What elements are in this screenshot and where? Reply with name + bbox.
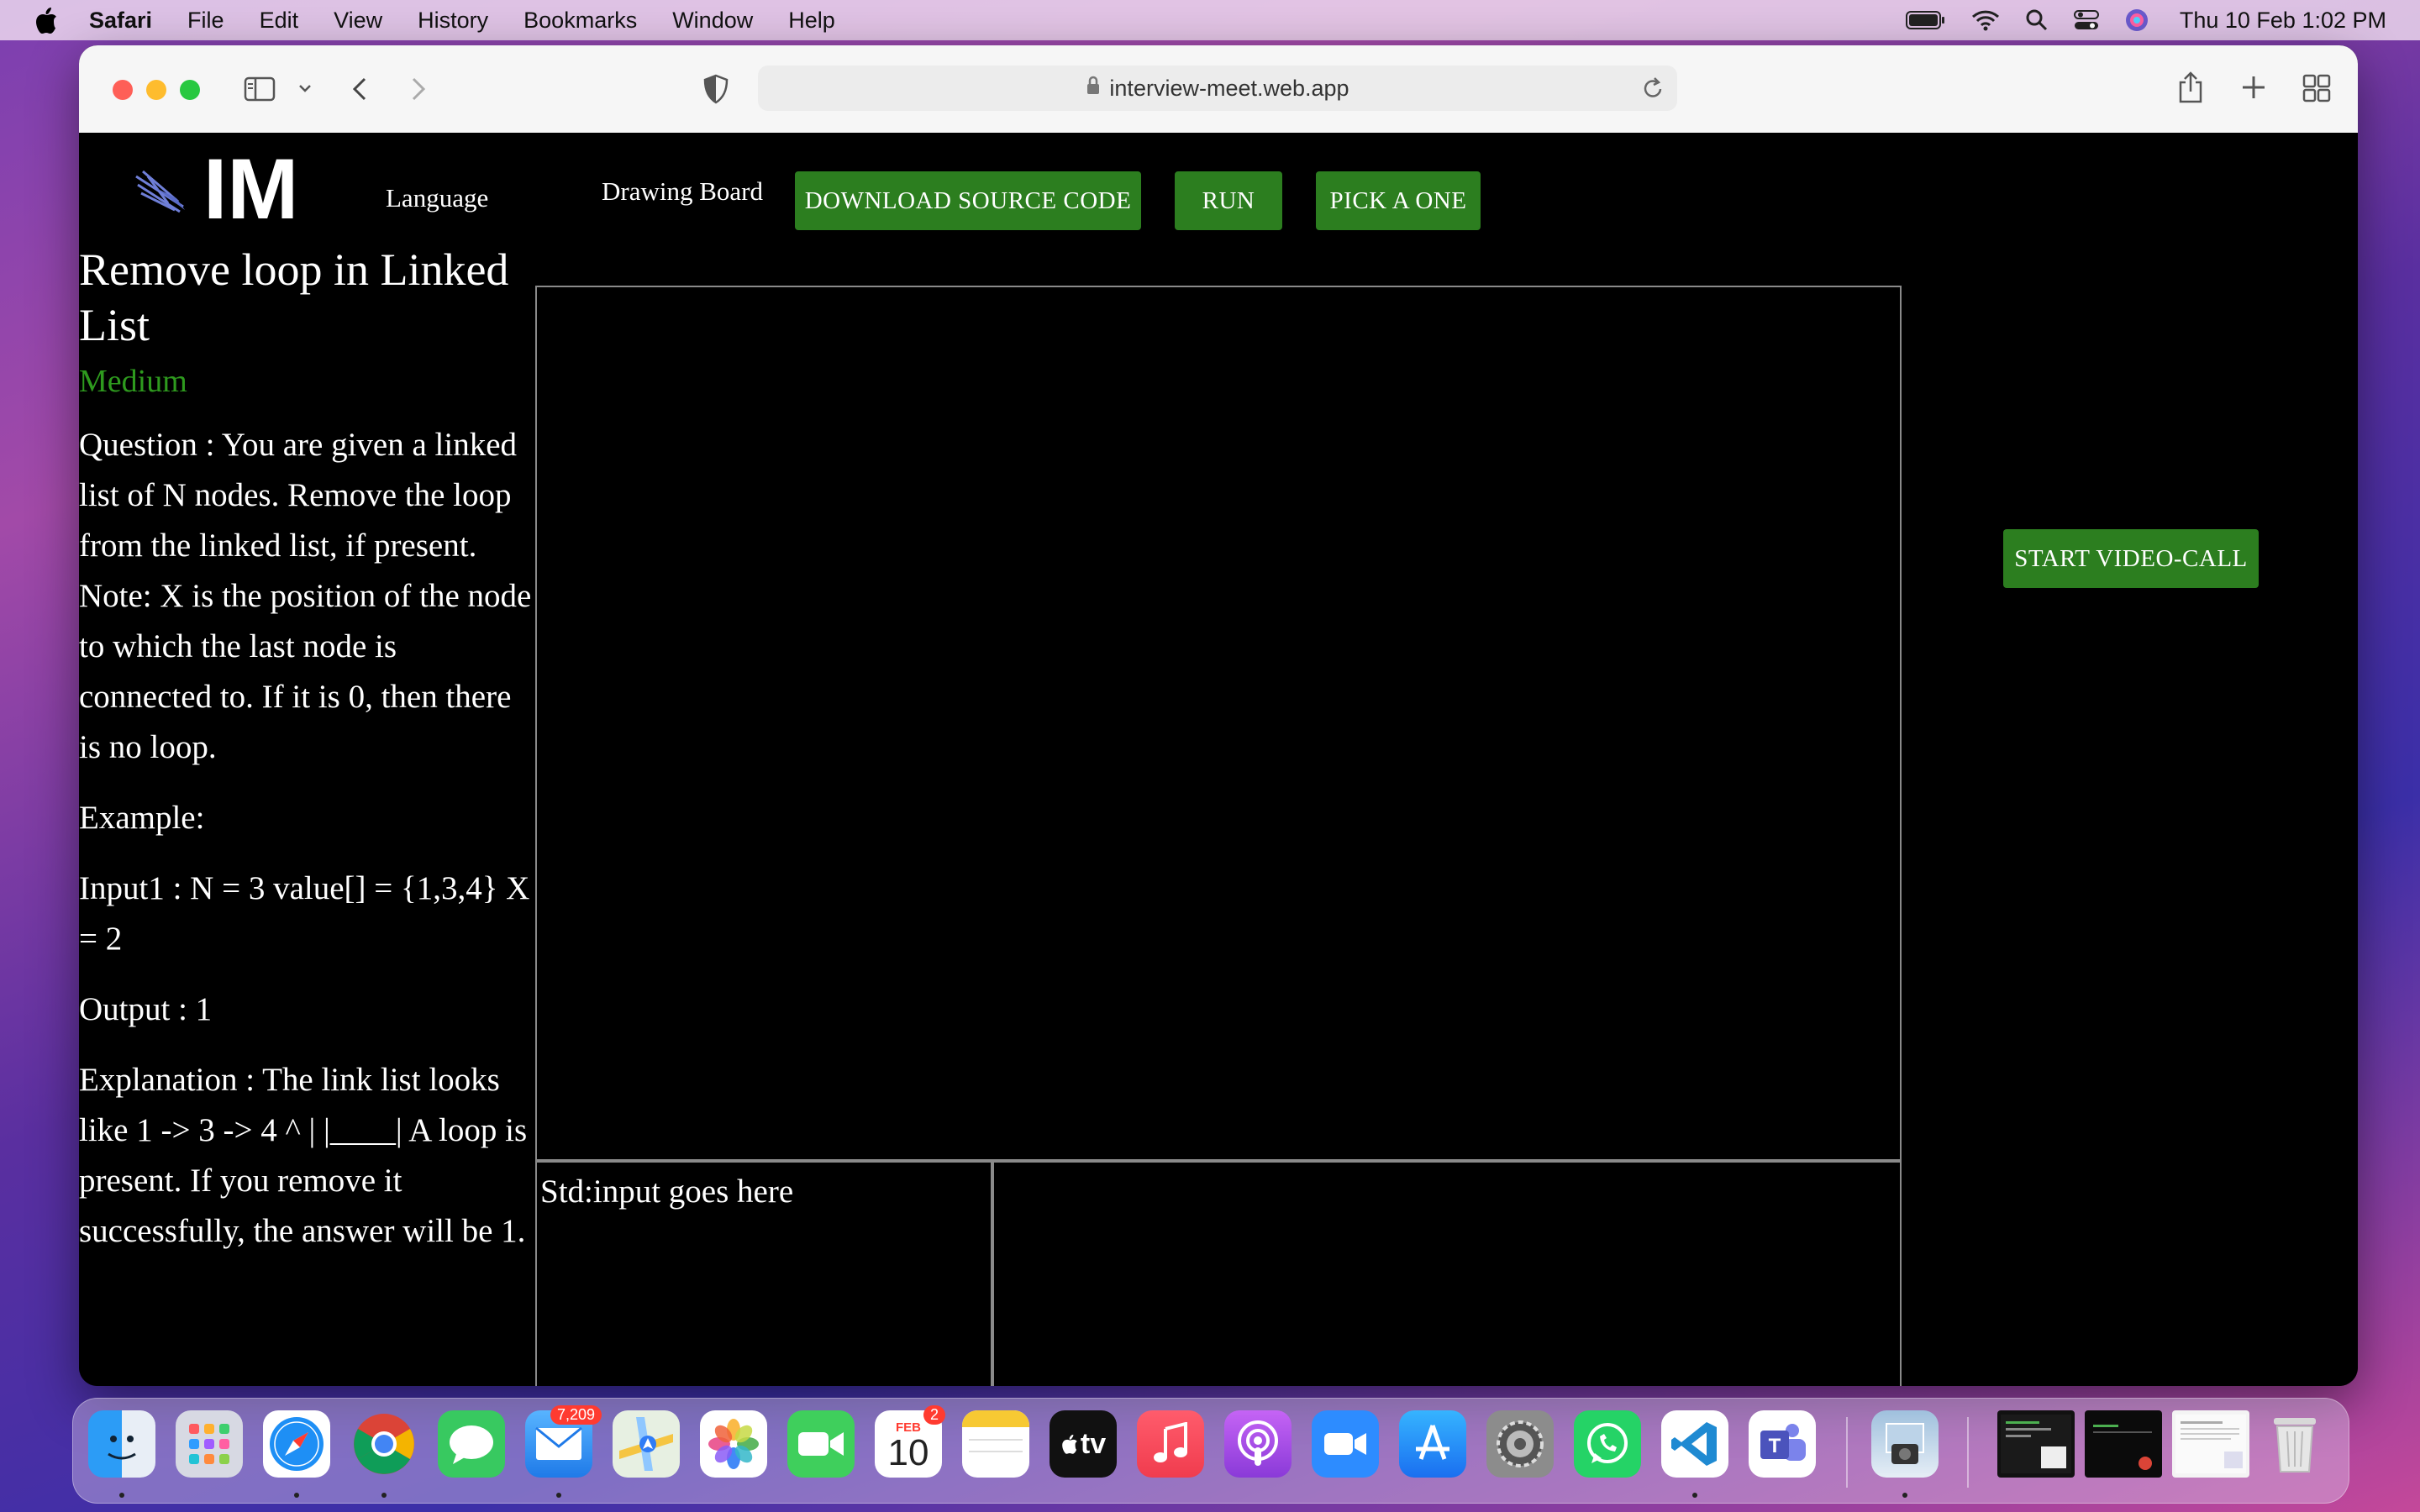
dock-separator xyxy=(1967,1417,1969,1488)
menu-app-name[interactable]: Safari xyxy=(89,8,152,34)
download-source-code-button[interactable]: DOWNLOAD SOURCE CODE xyxy=(795,171,1141,230)
preview-icon[interactable] xyxy=(1871,1410,1939,1478)
minimized-window-thumbnail[interactable] xyxy=(2085,1410,2162,1478)
example-explanation: Explanation : The link list looks like 1… xyxy=(79,1062,528,1249)
window-close-button[interactable] xyxy=(113,80,133,100)
lock-icon xyxy=(1086,76,1101,102)
podcasts-icon[interactable] xyxy=(1224,1410,1292,1478)
menu-history[interactable]: History xyxy=(418,8,488,34)
sidebar-toggle-icon[interactable] xyxy=(244,76,276,102)
running-indicator xyxy=(119,1493,124,1498)
share-icon[interactable] xyxy=(2176,71,2205,104)
finder-icon[interactable] xyxy=(88,1410,155,1478)
svg-text:IM: IM xyxy=(203,151,298,227)
zoom-icon[interactable] xyxy=(1312,1410,1379,1478)
web-page: IM Language Drawing Board DOWNLOAD SOURC… xyxy=(79,133,2358,1386)
problem-title: Remove loop in Linked List xyxy=(79,244,509,350)
teams-icon[interactable]: T xyxy=(1749,1410,1816,1478)
minimized-window-thumbnail[interactable] xyxy=(2172,1410,2249,1478)
menu-bookmarks[interactable]: Bookmarks xyxy=(523,8,637,34)
example-label: Example: xyxy=(79,800,205,836)
running-indicator xyxy=(1692,1493,1697,1498)
language-selector[interactable]: Language xyxy=(386,183,488,213)
drawing-board-link[interactable]: Drawing Board xyxy=(602,168,763,215)
menu-window[interactable]: Window xyxy=(672,8,753,34)
whatsapp-icon[interactable] xyxy=(1574,1410,1641,1478)
dock-separator xyxy=(1846,1417,1848,1488)
problem-question: Question : You are given a linked list o… xyxy=(79,427,532,765)
notes-icon[interactable] xyxy=(962,1410,1029,1478)
app-store-icon[interactable] xyxy=(1399,1410,1466,1478)
menu-view[interactable]: View xyxy=(334,8,382,34)
window-maximize-button[interactable] xyxy=(180,80,200,100)
new-tab-plus-icon[interactable] xyxy=(2240,74,2267,101)
wifi-icon[interactable] xyxy=(1971,9,2000,31)
running-indicator xyxy=(556,1493,561,1498)
battery-icon[interactable] xyxy=(1905,10,1946,30)
address-bar[interactable]: interview-meet.web.app xyxy=(758,66,1677,111)
example-input: Input1 : N = 3 value[] = {1,3,4} X = 2 xyxy=(79,870,530,957)
example-output: Output : 1 xyxy=(79,991,213,1027)
facetime-icon[interactable] xyxy=(787,1410,855,1478)
stdin-input[interactable]: Std:input goes here xyxy=(535,1161,992,1386)
spotlight-search-icon[interactable] xyxy=(2025,8,2049,32)
back-arrow-icon[interactable] xyxy=(350,76,370,102)
system-preferences-icon[interactable] xyxy=(1486,1410,1554,1478)
difficulty-label: Medium xyxy=(79,364,187,399)
run-button[interactable]: RUN xyxy=(1175,171,1282,230)
chrome-icon[interactable] xyxy=(350,1410,418,1478)
privacy-shield-icon[interactable] xyxy=(702,74,729,104)
running-indicator xyxy=(1902,1493,1907,1498)
maps-icon[interactable] xyxy=(613,1410,680,1478)
site-logo[interactable]: IM xyxy=(131,141,324,237)
calendar-day: 10 xyxy=(887,1431,929,1473)
safari-window: interview-meet.web.app IM Language Drawi… xyxy=(79,45,2358,1386)
problem-panel: Remove loop in Linked List Medium Questi… xyxy=(79,242,533,1257)
menu-bar: Safari File Edit View History Bookmarks … xyxy=(0,0,2420,40)
svg-text:T: T xyxy=(1769,1435,1781,1457)
menu-edit[interactable]: Edit xyxy=(260,8,299,34)
output-panel xyxy=(992,1161,1902,1386)
menu-clock[interactable]: Thu 10 Feb 1:02 PM xyxy=(2180,8,2386,34)
chevron-down-icon[interactable] xyxy=(297,82,313,94)
dock: 7,209 FEB 10 2 tv T xyxy=(72,1398,2349,1504)
reload-icon[interactable] xyxy=(1642,76,1665,107)
trash-icon[interactable] xyxy=(2261,1410,2328,1478)
forward-arrow-icon[interactable] xyxy=(408,76,429,102)
apple-icon[interactable] xyxy=(34,6,59,34)
start-video-call-button[interactable]: START VIDEO-CALL xyxy=(2003,529,2259,588)
launchpad-icon[interactable] xyxy=(176,1410,243,1478)
pick-a-one-button[interactable]: PICK A ONE xyxy=(1316,171,1481,230)
music-icon[interactable] xyxy=(1137,1410,1204,1478)
code-editor[interactable] xyxy=(535,286,1902,1161)
quill-logo-icon: IM xyxy=(135,141,298,237)
menu-help[interactable]: Help xyxy=(788,8,835,34)
safari-icon[interactable] xyxy=(263,1410,330,1478)
tab-overview-icon[interactable] xyxy=(2302,74,2331,102)
url-text: interview-meet.web.app xyxy=(1109,75,1349,101)
photos-icon[interactable] xyxy=(700,1410,767,1478)
apple-tv-icon[interactable]: tv xyxy=(1050,1410,1117,1478)
running-indicator xyxy=(381,1493,387,1498)
minimized-window-thumbnail[interactable] xyxy=(1997,1410,2075,1478)
calendar-badge: 2 xyxy=(923,1405,946,1425)
siri-icon[interactable] xyxy=(2124,8,2149,33)
mail-unread-badge: 7,209 xyxy=(550,1405,602,1425)
vscode-icon[interactable] xyxy=(1661,1410,1728,1478)
window-minimize-button[interactable] xyxy=(146,80,166,100)
messages-icon[interactable] xyxy=(438,1410,505,1478)
menu-file[interactable]: File xyxy=(187,8,224,34)
running-indicator xyxy=(294,1493,299,1498)
tv-label: tv xyxy=(1080,1427,1107,1460)
browser-toolbar: interview-meet.web.app xyxy=(79,45,2358,134)
control-center-icon[interactable] xyxy=(2073,9,2099,31)
